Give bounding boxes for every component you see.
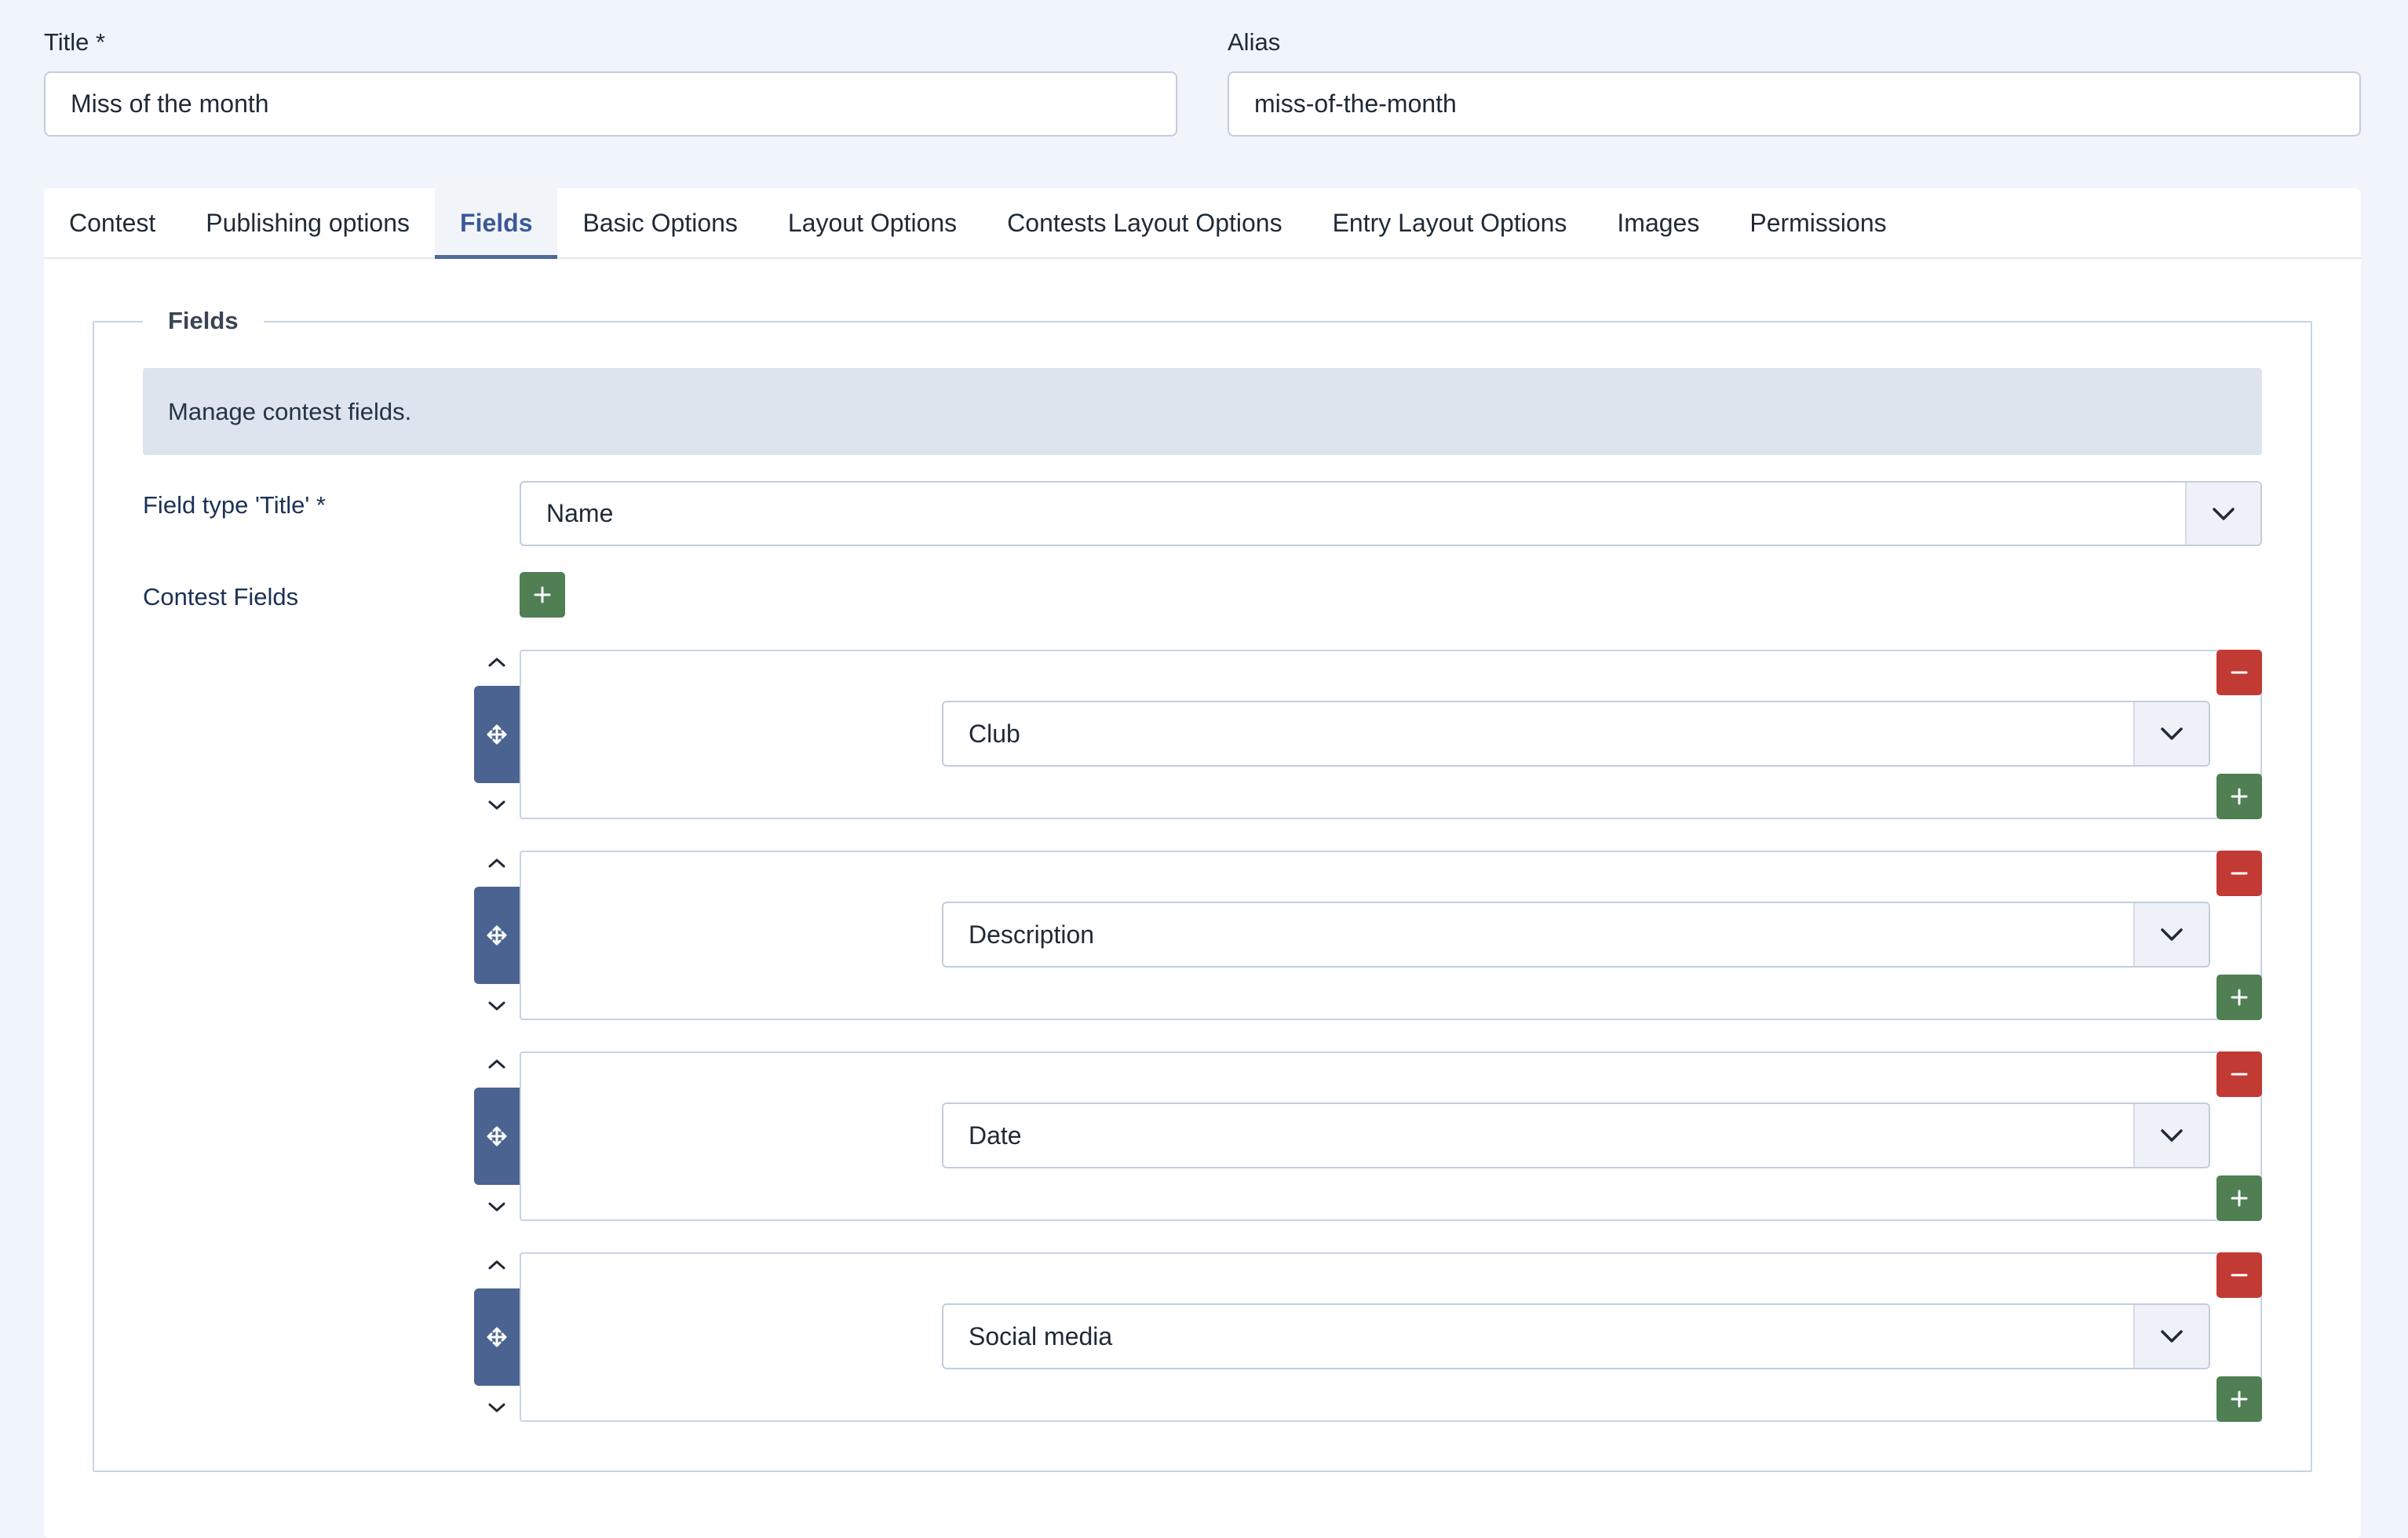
minus-icon: [2231, 671, 2248, 674]
chevron-down-icon: [2133, 903, 2209, 966]
select-value: Club: [969, 719, 1020, 748]
tab-label: Images: [1617, 208, 1700, 237]
tab-label: Permissions: [1749, 208, 1887, 237]
chevron-down-icon: [2133, 702, 2209, 765]
chevron-down-icon: [488, 1001, 505, 1011]
tab-label: Contests Layout Options: [1007, 208, 1282, 237]
move-icon: [487, 1126, 507, 1146]
chevron-down-icon: [488, 1403, 505, 1412]
field-type-title-label: Field type 'Title' *: [143, 491, 326, 519]
chevron-up-icon: [488, 858, 505, 868]
info-alert: Manage contest fields.: [143, 368, 2262, 455]
select-value: Date: [969, 1121, 1022, 1150]
contest-field-select[interactable]: Social media: [942, 1303, 2210, 1369]
chevron-down-icon: [488, 1202, 505, 1212]
add-row-button[interactable]: [2216, 1175, 2262, 1221]
move-up-button[interactable]: [474, 849, 520, 877]
plus-icon: [2231, 1190, 2248, 1207]
drag-handle[interactable]: [474, 887, 520, 984]
move-down-button[interactable]: [474, 791, 520, 819]
tab-contest[interactable]: Contest: [44, 188, 181, 257]
chevron-up-icon: [488, 658, 505, 667]
title-label: Title *: [44, 28, 106, 56]
tab-layout-options[interactable]: Layout Options: [763, 188, 982, 257]
move-up-button[interactable]: [474, 1050, 520, 1078]
title-input[interactable]: Miss of the month: [44, 71, 1177, 137]
contest-field-select[interactable]: Description: [942, 902, 2210, 968]
drag-handle[interactable]: [474, 1288, 520, 1386]
select-value: Name: [546, 499, 614, 527]
select-value: Description: [969, 920, 1095, 949]
chevron-down-icon: [2185, 483, 2260, 545]
drag-handle[interactable]: [474, 1088, 520, 1185]
tab-contests-layout-options[interactable]: Contests Layout Options: [982, 188, 1307, 257]
field-type-title-select[interactable]: Name: [520, 481, 2262, 546]
drag-handle[interactable]: [474, 686, 520, 783]
tab-permissions[interactable]: Permissions: [1724, 188, 1911, 257]
chevron-up-icon: [488, 1260, 505, 1270]
tab-label: Layout Options: [787, 208, 958, 237]
alias-label: Alias: [1228, 28, 1281, 56]
tab-label: Basic Options: [582, 208, 738, 237]
remove-row-button[interactable]: [2216, 851, 2262, 896]
tab-label: Publishing options: [206, 208, 410, 237]
tab-publishing-options[interactable]: Publishing options: [181, 188, 435, 257]
minus-icon: [2231, 1274, 2248, 1277]
move-down-button[interactable]: [474, 1394, 520, 1422]
add-field-button[interactable]: [520, 572, 565, 618]
tab-label: Contest: [69, 208, 156, 237]
tab-basic-options[interactable]: Basic Options: [557, 188, 762, 257]
move-icon: [487, 724, 507, 745]
chevron-up-icon: [488, 1059, 505, 1069]
chevron-down-icon: [488, 800, 505, 810]
tab-bar: Contest Publishing options Fields Basic …: [44, 188, 2361, 259]
remove-row-button[interactable]: [2216, 1252, 2262, 1298]
move-icon: [487, 925, 507, 946]
tab-images[interactable]: Images: [1592, 188, 1724, 257]
chevron-down-icon: [2133, 1104, 2209, 1167]
move-up-button[interactable]: [474, 648, 520, 676]
remove-row-button[interactable]: [2216, 650, 2262, 695]
plus-icon: [2231, 1390, 2248, 1408]
plus-icon: [2231, 989, 2248, 1006]
move-down-button[interactable]: [474, 992, 520, 1020]
tab-entry-layout-options[interactable]: Entry Layout Options: [1308, 188, 1593, 257]
contest-fields-label: Contest Fields: [143, 583, 299, 610]
add-row-button[interactable]: [2216, 975, 2262, 1020]
tab-label: Fields: [460, 208, 533, 237]
plus-icon: [2231, 788, 2248, 805]
select-value: Social media: [969, 1321, 1113, 1350]
fieldset-legend: Fields: [143, 306, 264, 336]
tab-label: Entry Layout Options: [1332, 208, 1567, 237]
contest-field-select[interactable]: Club: [942, 701, 2210, 767]
remove-row-button[interactable]: [2216, 1051, 2262, 1097]
minus-icon: [2231, 872, 2248, 875]
add-row-button[interactable]: [2216, 774, 2262, 819]
chevron-down-icon: [2133, 1305, 2209, 1368]
move-down-button[interactable]: [474, 1193, 520, 1221]
move-up-button[interactable]: [474, 1251, 520, 1279]
alias-input[interactable]: miss-of-the-month: [1228, 71, 2361, 137]
move-icon: [487, 1327, 507, 1347]
add-row-button[interactable]: [2216, 1376, 2262, 1422]
contest-field-select[interactable]: Date: [942, 1102, 2210, 1168]
tab-fields[interactable]: Fields: [435, 188, 558, 259]
plus-icon: [534, 586, 551, 603]
minus-icon: [2231, 1073, 2248, 1076]
